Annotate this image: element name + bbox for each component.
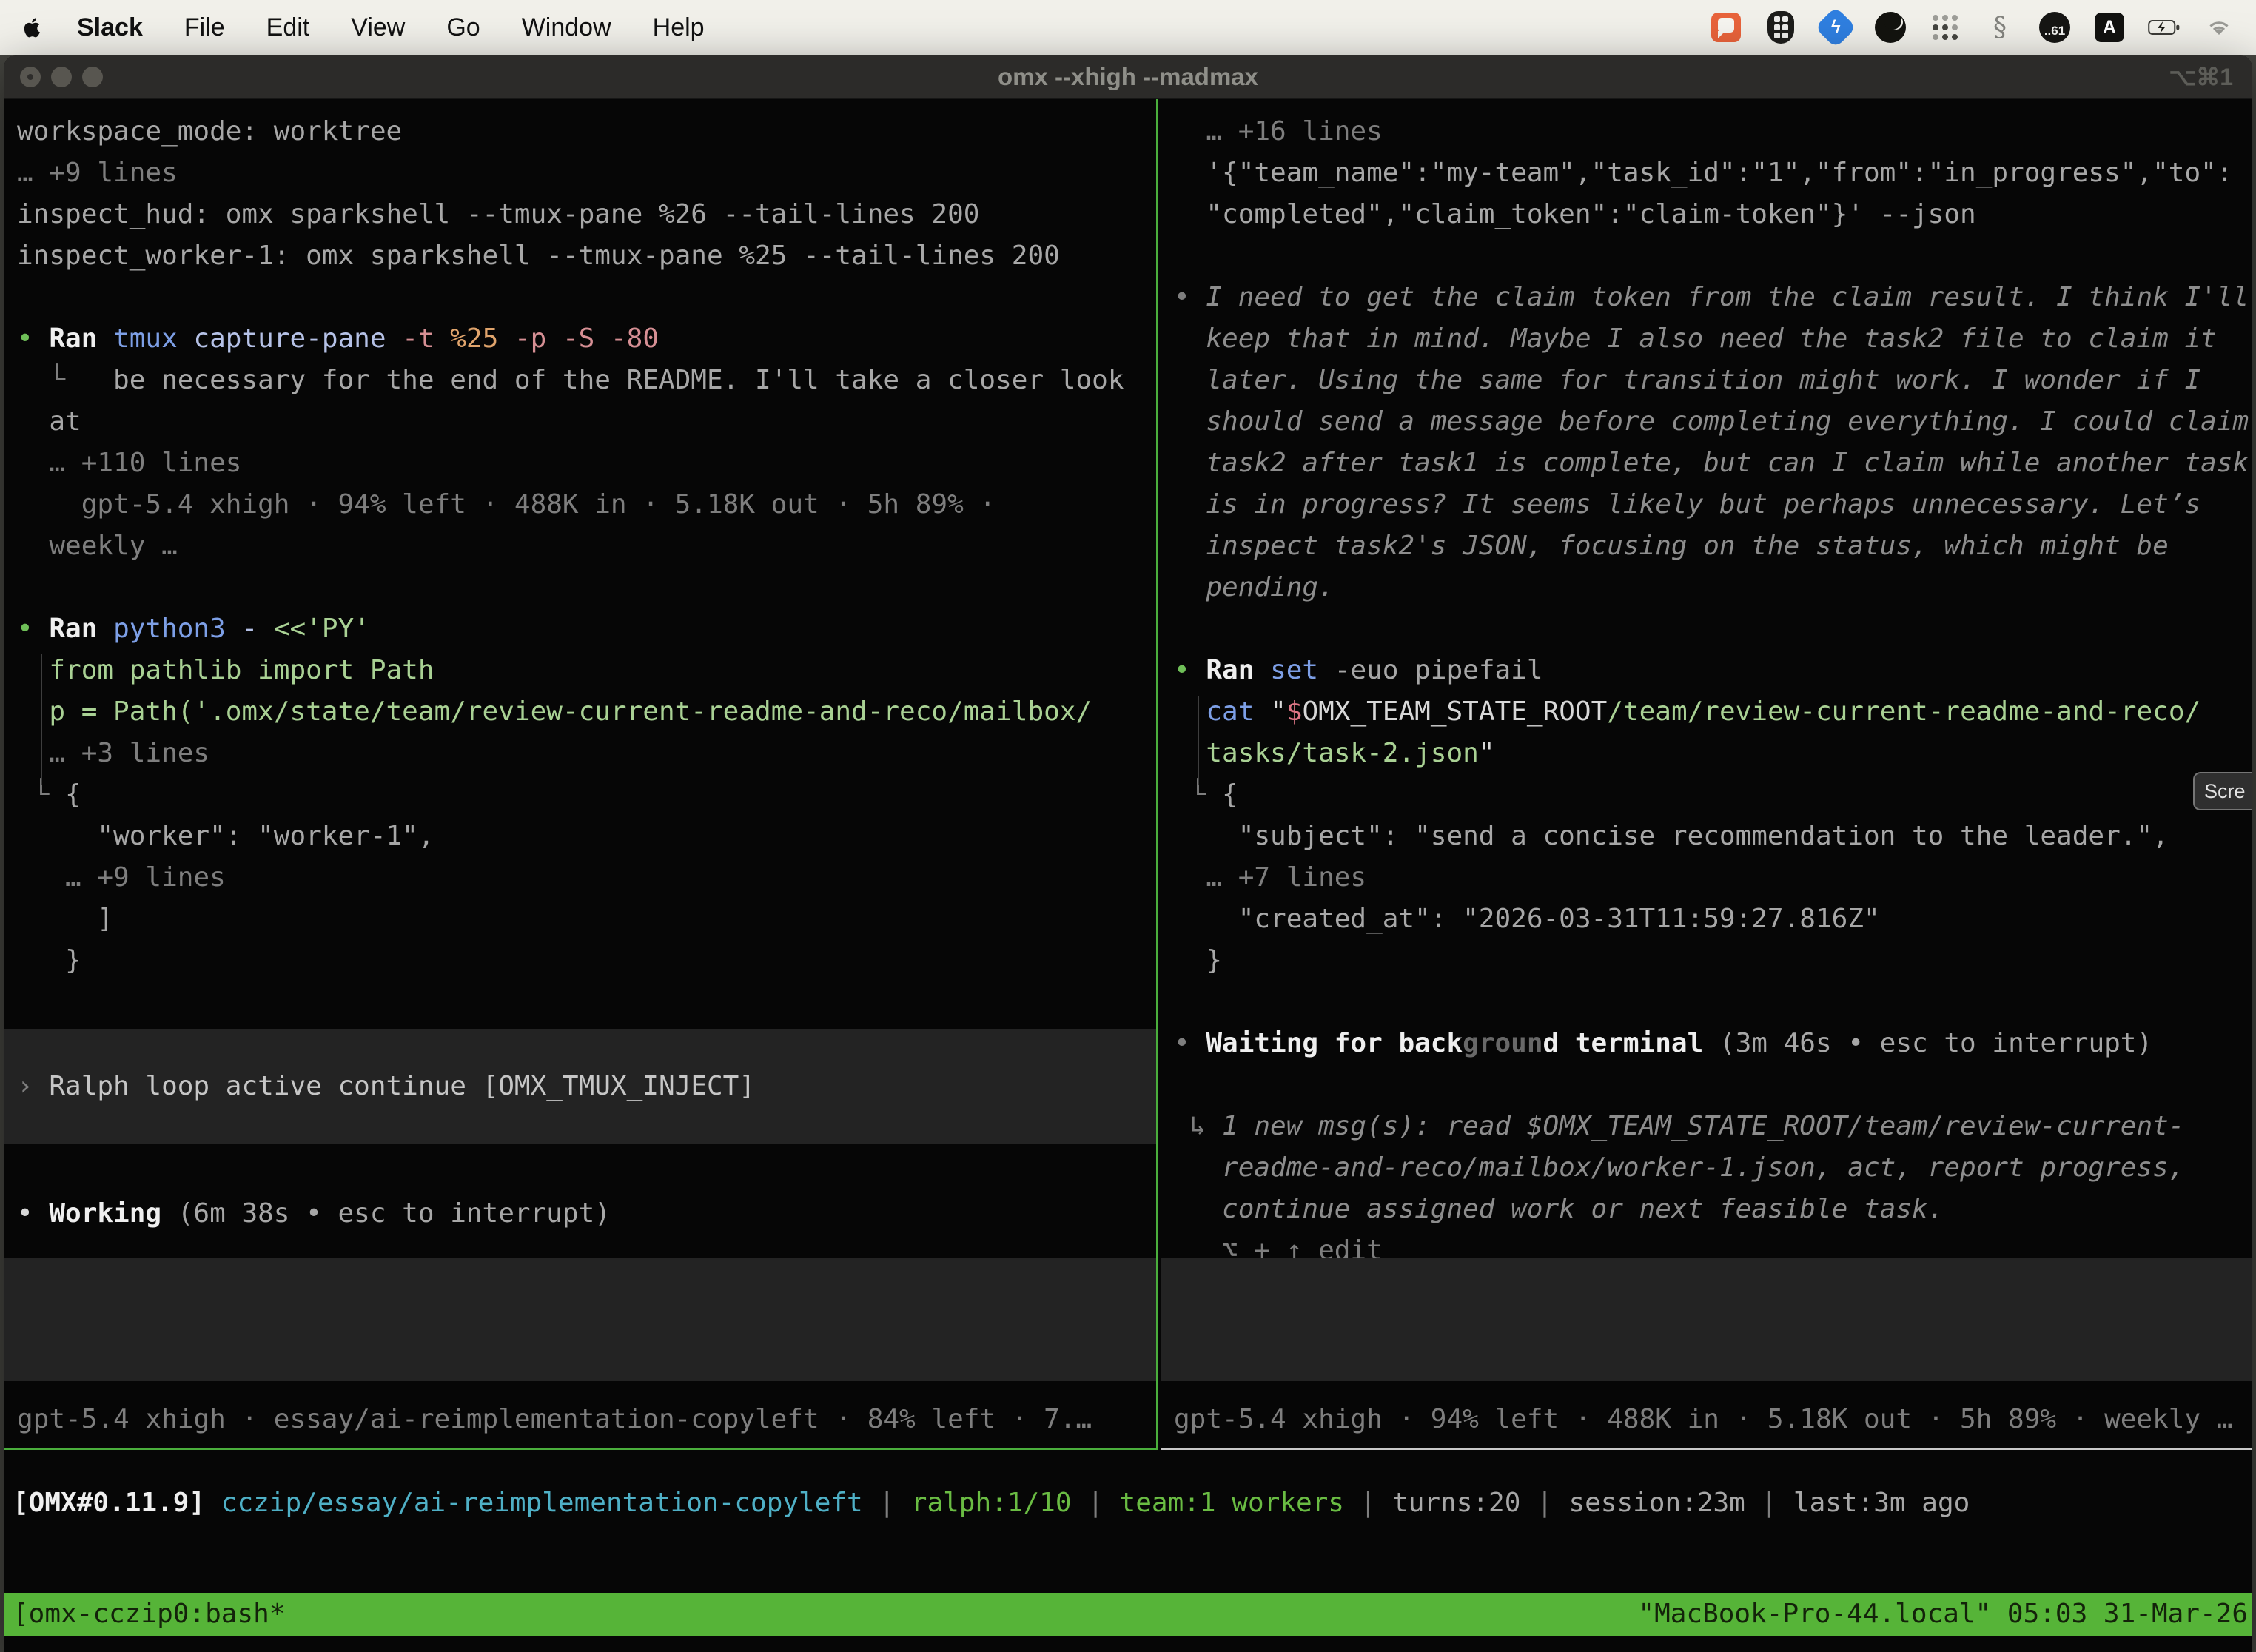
terminal-line: "created_at": "2026-03-31T11:59:27.816Z" (1174, 899, 2249, 940)
terminal-line: └ be necessary for the end of the README… (17, 360, 1153, 401)
apple-menu-icon[interactable] (21, 15, 46, 40)
terminal-line (1174, 1064, 2249, 1106)
terminal-line: "subject": "send a concise recommendatio… (1174, 816, 2249, 857)
terminal-line: inspect task2's JSON, focusing on the st… (1174, 526, 2249, 567)
window-title-bar[interactable]: omx --xhigh --madmax ⌥⌘1 (4, 55, 2252, 99)
menu-bar-status-icons: ϟ § ..61 A (1710, 11, 2235, 44)
slack-icon[interactable] (1710, 11, 1742, 44)
menu-view[interactable]: View (351, 13, 405, 41)
terminal-line: • Ran tmux capture-pane -t %25 -p -S -80 (17, 318, 1153, 360)
menu-edit[interactable]: Edit (266, 13, 310, 41)
terminal-line: '{"team_name":"my-team","task_id":"1","f… (1174, 152, 2249, 194)
terminal-line: task2 after task1 is complete, but can I… (1174, 443, 2249, 484)
left-pane-output: workspace_mode: worktree… +9 linesinspec… (17, 111, 1153, 981)
terminal-line (1174, 981, 2249, 1023)
terminal-line: • Ran set -euo pipefail (1174, 650, 2249, 691)
right-model-status-line: gpt-5.4 xhigh · 94% left · 488K in · 5.1… (1174, 1399, 2249, 1440)
menu-help[interactable]: Help (653, 13, 705, 41)
ralph-loop-banner: › Ralph loop active continue [OMX_TMUX_I… (4, 1029, 1156, 1144)
screen-edge-tooltip: Scre (2193, 772, 2252, 810)
terminal-line: is in progress? It seems likely but perh… (1174, 484, 2249, 526)
terminal-line: • Waiting for background terminal (3m 46… (1174, 1023, 2249, 1064)
terminal-line: pending. (1174, 567, 2249, 608)
left-model-status-line: gpt-5.4 xhigh · essay/ai-reimplementatio… (17, 1399, 1153, 1440)
terminal-line: inspect_worker-1: omx sparkshell --tmux-… (17, 235, 1153, 277)
terminal-line (1174, 235, 2249, 277)
terminal-line: … +9 lines (17, 152, 1153, 194)
window-title: omx --xhigh --madmax (4, 55, 2252, 99)
terminal-line: › Ralph loop active continue [OMX_TMUX_I… (4, 1066, 1156, 1107)
terminal-line: tasks/task-2.json" (1174, 733, 2249, 774)
terminal-line: … +3 lines (17, 733, 1153, 774)
terminal-line (17, 277, 1153, 318)
battery-icon[interactable] (2148, 11, 2181, 44)
terminal-line: … +110 lines (17, 443, 1153, 484)
terminal-line: keep that in mind. Maybe I also need the… (1174, 318, 2249, 360)
terminal-line: readme-and-reco/mailbox/worker-1.json, a… (1174, 1147, 2249, 1189)
tmux-status-bar: [omx-cczip0:bash* "MacBook-Pro-44.local"… (4, 1593, 2252, 1636)
terminal-line: should send a message before completing … (1174, 401, 2249, 443)
shield-icon[interactable] (1765, 11, 1797, 44)
terminal-line: … +16 lines (1174, 111, 2249, 152)
menu-items: Slack File Edit View Go Window Help (77, 13, 746, 42)
menu-window[interactable]: Window (522, 13, 611, 41)
terminal-line (17, 567, 1153, 608)
right-pane-output: … +16 lines '{"team_name":"my-team","tas… (1174, 111, 2249, 1272)
window-shortcut-badge: ⌥⌘1 (2169, 55, 2233, 99)
terminal-window: omx --xhigh --madmax ⌥⌘1 workspace_mode:… (4, 55, 2252, 1652)
menu-slack[interactable]: Slack (77, 13, 143, 41)
terminal-line: } (1174, 940, 2249, 981)
terminal-line: continue assigned work or next feasible … (1174, 1189, 2249, 1230)
count-badge-icon[interactable]: ..61 (2038, 11, 2071, 44)
terminal-line: inspect_hud: omx sparkshell --tmux-pane … (17, 194, 1153, 235)
omx-session-status-line: [OMX#0.11.9] cczip/essay/ai-reimplementa… (13, 1483, 1970, 1524)
terminal-line: • I need to get the claim token from the… (1174, 277, 2249, 318)
terminal-line: from pathlib import Path (17, 650, 1153, 691)
terminal-line: • Ran python3 - <<'PY' (17, 608, 1153, 650)
a-square-icon[interactable]: A (2093, 11, 2126, 44)
tmux-session-label[interactable]: [omx-cczip0:bash* (4, 1593, 285, 1636)
terminal-line: cat "$OMX_TEAM_STATE_ROOT/team/review-cu… (1174, 691, 2249, 733)
wifi-icon[interactable] (2203, 11, 2235, 44)
menu-go[interactable]: Go (446, 13, 480, 41)
terminal-line: ] (17, 899, 1153, 940)
dots-grid-icon[interactable] (1929, 11, 1961, 44)
terminal-line (1174, 608, 2249, 650)
terminal-line: gpt-5.4 xhigh · 94% left · 488K in · 5.1… (17, 484, 1153, 526)
working-status-line: • Working (6m 38s • esc to interrupt) (17, 1193, 1153, 1235)
left-input-box[interactable]: › Improve documentation in @filename (4, 1258, 1156, 1381)
menu-bar: Slack File Edit View Go Window Help ϟ § ..61 A (0, 0, 2256, 55)
terminal-line: ↳ 1 new msg(s): read $OMX_TEAM_STATE_ROO… (1174, 1106, 2249, 1147)
right-input-box[interactable]: › Explain this codebase (1161, 1258, 2252, 1381)
terminal-line: └ { (1174, 774, 2249, 816)
terminal-line: └ { (17, 774, 1153, 816)
crescent-icon[interactable] (1874, 11, 1907, 44)
tmux-host-clock-label: "MacBook-Pro-44.local" 05:03 31-Mar-26 (1638, 1593, 2252, 1636)
tree-guide-line (41, 654, 42, 785)
terminal-line: "completed","claim_token":"claim-token"}… (1174, 194, 2249, 235)
terminal-line: "worker": "worker-1", (17, 816, 1153, 857)
terminal-line: weekly … (17, 526, 1153, 567)
tree-guide-line (1198, 696, 1199, 785)
terminal-line: … +9 lines (17, 857, 1153, 899)
terminal-line: p = Path('.omx/state/team/review-current… (17, 691, 1153, 733)
left-terminal-pane[interactable]: workspace_mode: worktree… +9 linesinspec… (4, 99, 1158, 1450)
terminal-line: … +7 lines (1174, 857, 2249, 899)
terminal-line: workspace_mode: worktree (17, 111, 1153, 152)
right-terminal-pane[interactable]: … +16 lines '{"team_name":"my-team","tas… (1161, 99, 2252, 1450)
hook-icon[interactable]: § (1984, 11, 2016, 44)
menu-file[interactable]: File (184, 13, 225, 41)
terminal-line: later. Using the same for transition mig… (1174, 360, 2249, 401)
blue-badge-icon[interactable]: ϟ (1819, 11, 1852, 44)
terminal-line: } (17, 940, 1153, 981)
terminal-line: at (17, 401, 1153, 443)
